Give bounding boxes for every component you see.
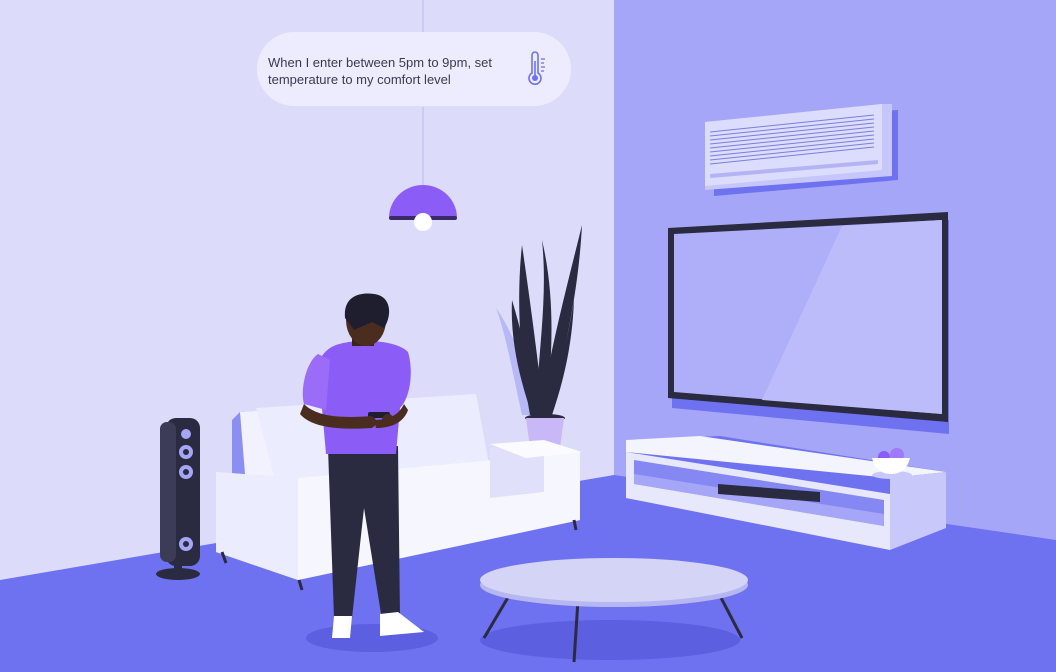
living-room-scene: When I enter between 5pm to 9pm, set tem… [0,0,1056,672]
floor-speaker [156,418,200,580]
speech-bubble: When I enter between 5pm to 9pm, set tem… [257,32,571,106]
speech-bubble-text: When I enter between 5pm to 9pm, set tem… [268,55,493,87]
thermometer-icon [528,51,545,85]
television [668,212,949,434]
